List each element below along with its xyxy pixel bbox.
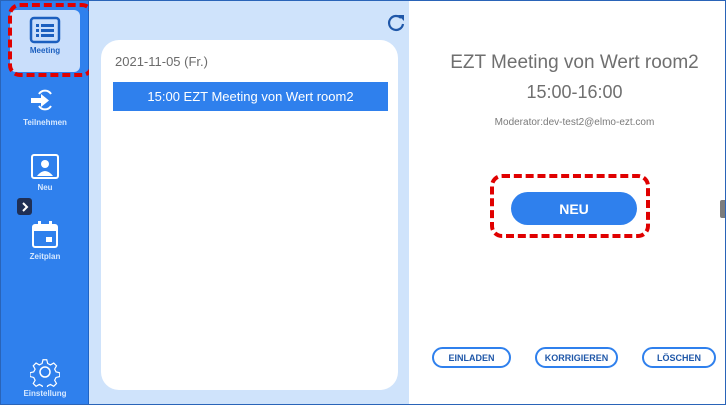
sidebar-item-teilnehmen[interactable]: Teilnehmen (10, 84, 80, 134)
sidebar-item-meeting[interactable]: Meeting (10, 10, 80, 72)
delete-button[interactable]: LÖSCHEN (642, 347, 716, 368)
person-screen-icon (31, 154, 59, 179)
gear-icon (30, 359, 60, 387)
moderator-label: Moderator:dev-test2@elmo-ezt.com (494, 117, 655, 128)
sidebar-item-neu[interactable]: Neu (10, 153, 80, 199)
sidebar-item-label: Meeting (29, 46, 61, 55)
refresh-icon[interactable] (385, 12, 407, 34)
meeting-detail: EZT Meeting von Wert room2 15:00-16:00 M… (410, 0, 726, 405)
edit-button[interactable]: KORRIGIEREN (535, 347, 618, 368)
meeting-time: 15:00-16:00 (526, 82, 623, 102)
meeting-item-label: 15:00 EZT Meeting von Wert room2 (147, 89, 354, 104)
sidebar-item-einstellung[interactable]: Einstellung (10, 357, 80, 403)
list-icon (29, 16, 61, 44)
panel-handle[interactable] (720, 200, 726, 218)
app-window: Meeting Teilnehmen Neu Zeitplan Einstell… (0, 0, 726, 405)
meeting-title: EZT Meeting von Wert room2 (450, 52, 699, 73)
collapse-sidebar-button[interactable] (17, 198, 32, 215)
sidebar-item-label: Zeitplan (29, 252, 61, 261)
new-button[interactable]: NEU (511, 192, 637, 225)
date-label: 2021-11-05 (Fr.) (115, 54, 208, 69)
sidebar-item-label: Neu (37, 183, 53, 192)
join-icon (31, 89, 52, 111)
meeting-list-card: 2021-11-05 (Fr.) 15:00 EZT Meeting von W… (101, 40, 398, 390)
calendar-icon (32, 221, 58, 248)
invite-button[interactable]: EINLADEN (432, 347, 511, 368)
sidebar: Meeting Teilnehmen Neu Zeitplan Einstell… (0, 0, 89, 405)
sidebar-item-label: Einstellung (23, 389, 67, 398)
sidebar-item-label: Teilnehmen (23, 118, 67, 127)
chevron-right-icon (21, 201, 28, 212)
list-item[interactable]: 15:00 EZT Meeting von Wert room2 (113, 82, 388, 111)
sidebar-item-zeitplan[interactable]: Zeitplan (10, 220, 80, 266)
